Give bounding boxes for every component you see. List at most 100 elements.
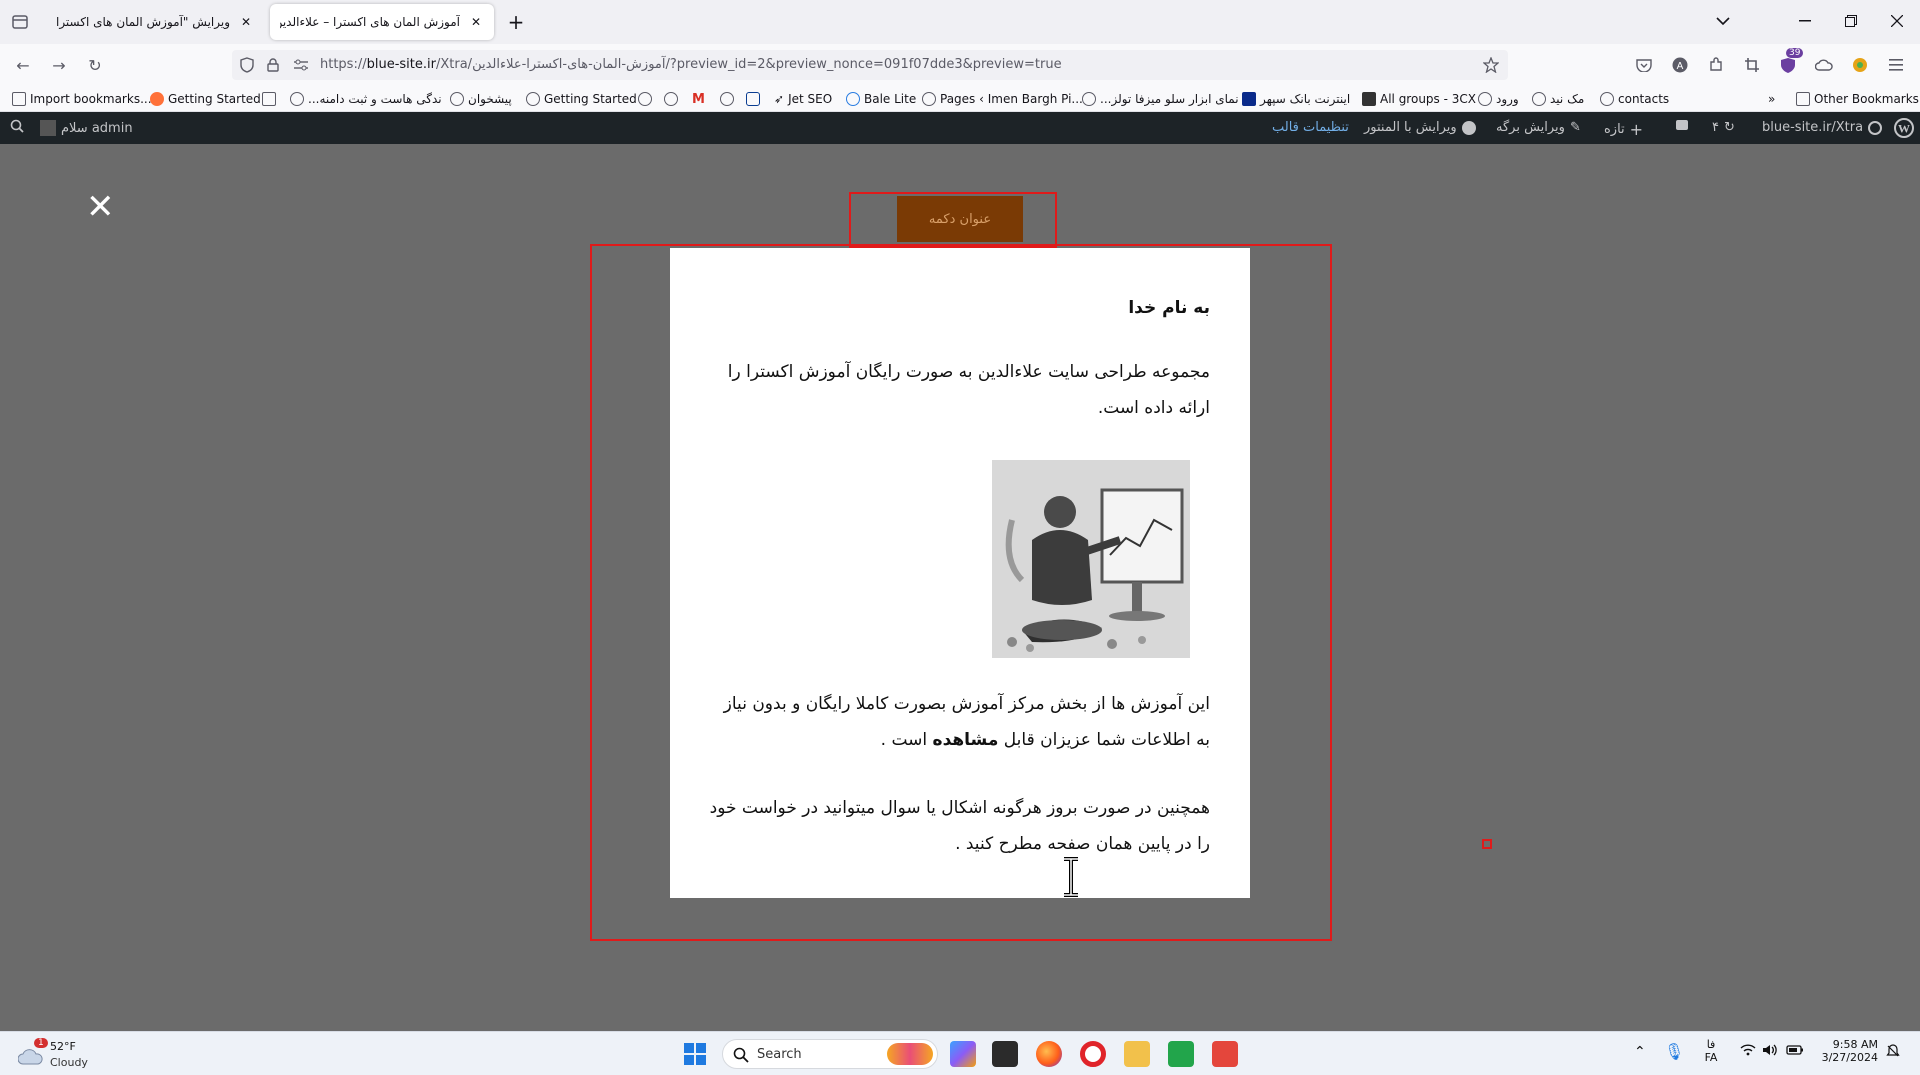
updates-link[interactable]: ۴ ↻ — [1712, 120, 1735, 135]
bookmark-label: اینترنت بانک سپهر — [1260, 92, 1351, 106]
bookmark-label: ...ندگی هاست و ثبت دامنه — [308, 92, 442, 106]
bookmark-globe-4[interactable] — [746, 90, 760, 108]
camtasia-green-icon[interactable] — [1168, 1041, 1194, 1067]
close-icon[interactable]: ✕ — [238, 14, 254, 30]
tab-preview-page[interactable]: ✕ آموزش المان های اکسترا – علاءالدین — [270, 4, 494, 40]
list-all-tabs-icon[interactable] — [1712, 10, 1734, 32]
plus-icon: + — [1629, 120, 1644, 139]
lock-icon[interactable] — [264, 56, 282, 74]
bookmark-label: ورود — [1496, 92, 1519, 106]
windows-taskbar: 1 52°F Cloudy Search ⌃ 🎙 فا FA 9:58 AM 3… — [0, 1031, 1920, 1075]
close-icon[interactable]: ✕ — [468, 14, 484, 30]
bookmark-gmail[interactable]: M — [692, 90, 705, 108]
notification-badge: 39 — [1786, 48, 1804, 58]
bookmark-3cx[interactable]: All groups - 3CX — [1362, 90, 1476, 108]
bookmark-hosting[interactable]: ...ندگی هاست و ثبت دامنه — [290, 90, 442, 108]
new-content-link[interactable]: تازه + — [1604, 120, 1643, 139]
bookmark-tools[interactable]: ...نمای ابزار سلو میزفا تولز — [1082, 90, 1239, 108]
popup-close-icon[interactable]: ✕ — [86, 190, 115, 224]
gear-icon — [1082, 92, 1096, 106]
bookmark-calendar[interactable] — [262, 90, 276, 108]
cloud-icon[interactable] — [1814, 55, 1834, 75]
wifi-icon[interactable] — [1740, 1044, 1756, 1059]
clock[interactable]: 9:58 AM 3/27/2024 — [1816, 1038, 1878, 1064]
extensions-icon[interactable] — [1706, 55, 1726, 75]
para2-text-end: است . — [880, 730, 933, 750]
pocket-icon[interactable] — [1634, 55, 1654, 75]
forward-icon[interactable]: → — [48, 54, 70, 76]
reload-icon[interactable]: ↻ — [84, 54, 106, 76]
bookmarks-toolbar: Import bookmarks... Getting Started ...ن… — [0, 86, 1920, 112]
tab-edit-page[interactable]: ✕ ویرایش "آموزش المان های اکسترا – علا — [46, 4, 264, 40]
bookmark-mac[interactable]: مک نید — [1532, 90, 1584, 108]
account-icon[interactable]: A — [1670, 55, 1690, 75]
selection-handle[interactable] — [1482, 839, 1492, 849]
battery-icon[interactable] — [1786, 1044, 1804, 1059]
bookmark-import[interactable]: Import bookmarks... — [12, 90, 152, 108]
bookmark-globe-1[interactable] — [638, 90, 652, 108]
shield-icon[interactable] — [238, 56, 256, 74]
globe-icon — [922, 92, 936, 106]
url-bar[interactable]: https://blue-site.ir/Xtra/آموزش-المان-ها… — [232, 50, 1508, 80]
import-icon — [12, 92, 26, 106]
new-tab-icon[interactable]: + — [506, 12, 526, 32]
account-menu[interactable]: سلام admin — [40, 120, 133, 136]
minimize-icon[interactable] — [1794, 10, 1816, 32]
menu-icon[interactable] — [1886, 55, 1906, 75]
bookmark-bale-lite[interactable]: Bale Lite — [846, 90, 916, 108]
comment-icon — [1676, 120, 1688, 130]
refresh-icon: ↻ — [1723, 120, 1735, 135]
site-name-link[interactable]: blue-site.ir/Xtra — [1762, 120, 1883, 135]
file-manager-dark-icon[interactable] — [992, 1041, 1018, 1067]
popup-overlay[interactable]: ✕ عنوان دکمه به نام خدا مجموعه طراحی سای… — [0, 144, 1920, 1031]
crop-icon[interactable] — [1742, 55, 1762, 75]
weather-desc: Cloudy — [50, 1056, 88, 1069]
edit-page-link[interactable]: ویرایش برگه ✎ — [1496, 120, 1581, 135]
url-path: /Xtra/آموزش-المان-های-اکسترا-علاءالدین/?… — [435, 57, 1062, 72]
bookmark-star-icon[interactable] — [1482, 56, 1500, 74]
camtasia-red-icon[interactable] — [1212, 1041, 1238, 1067]
taskbar-search-input[interactable]: Search — [722, 1039, 938, 1069]
volume-icon[interactable] — [1762, 1044, 1778, 1059]
globe-icon — [290, 92, 304, 106]
window-close-icon[interactable] — [1886, 10, 1908, 32]
bookmark-bank[interactable]: اینترنت بانک سپهر — [1242, 90, 1350, 108]
bookmark-jet-seo[interactable]: ➶ Jet SEO — [774, 90, 832, 108]
bookmark-contacts[interactable]: contacts — [1600, 90, 1669, 108]
comments-link[interactable] — [1676, 120, 1688, 130]
folder-icon[interactable] — [1124, 1041, 1150, 1067]
restore-icon[interactable] — [1840, 10, 1862, 32]
bookmark-login[interactable]: ورود — [1478, 90, 1519, 108]
edit-with-elementor-link[interactable]: ویرایش با المنتور — [1364, 120, 1476, 135]
bookmark-globe-2[interactable] — [664, 90, 678, 108]
bookmark-globe-3[interactable] — [720, 90, 734, 108]
search-icon[interactable] — [10, 119, 24, 133]
chevron-double-icon: » — [1768, 92, 1776, 106]
firefox-icon[interactable] — [1036, 1041, 1062, 1067]
weather-temp: 52°F — [50, 1040, 76, 1053]
show-hidden-icons-icon[interactable]: ⌃ — [1634, 1044, 1646, 1060]
notifications-icon[interactable] — [1886, 1044, 1900, 1061]
url-text: https://blue-site.ir/Xtra/آموزش-المان-ها… — [320, 57, 1062, 72]
opera-icon[interactable] — [1080, 1041, 1106, 1067]
permissions-icon[interactable] — [292, 56, 310, 74]
bookmark-pages[interactable]: Pages ‹ Imen Bargh Pi... — [922, 90, 1083, 108]
bookmarks-overflow-icon[interactable]: » — [1768, 90, 1775, 108]
firefox-view-icon[interactable] — [10, 12, 30, 32]
bookmark-getting-started-2[interactable]: Getting Started — [526, 90, 637, 108]
bookmark-label: contacts — [1618, 92, 1670, 106]
copilot-icon[interactable] — [950, 1041, 976, 1067]
microphone-icon[interactable]: 🎙 — [1664, 1042, 1684, 1061]
extension-colorful-icon[interactable] — [1850, 55, 1870, 75]
windows-start-icon[interactable] — [682, 1041, 708, 1067]
bookmark-dashboard[interactable]: پیشخوان — [450, 90, 512, 108]
bookmark-getting-started[interactable]: Getting Started — [150, 90, 261, 108]
popup-cta-button[interactable]: عنوان دکمه — [897, 196, 1023, 242]
wordpress-logo-icon[interactable]: W — [1894, 118, 1914, 138]
app-icon — [746, 92, 760, 106]
theme-settings-link[interactable]: تنظیمات قالب — [1272, 120, 1349, 135]
ublock-icon[interactable]: 39 — [1778, 48, 1804, 75]
back-icon[interactable]: ← — [12, 54, 34, 76]
language-indicator[interactable]: فا FA — [1700, 1038, 1722, 1064]
bookmark-other[interactable]: Other Bookmarks — [1796, 90, 1919, 108]
